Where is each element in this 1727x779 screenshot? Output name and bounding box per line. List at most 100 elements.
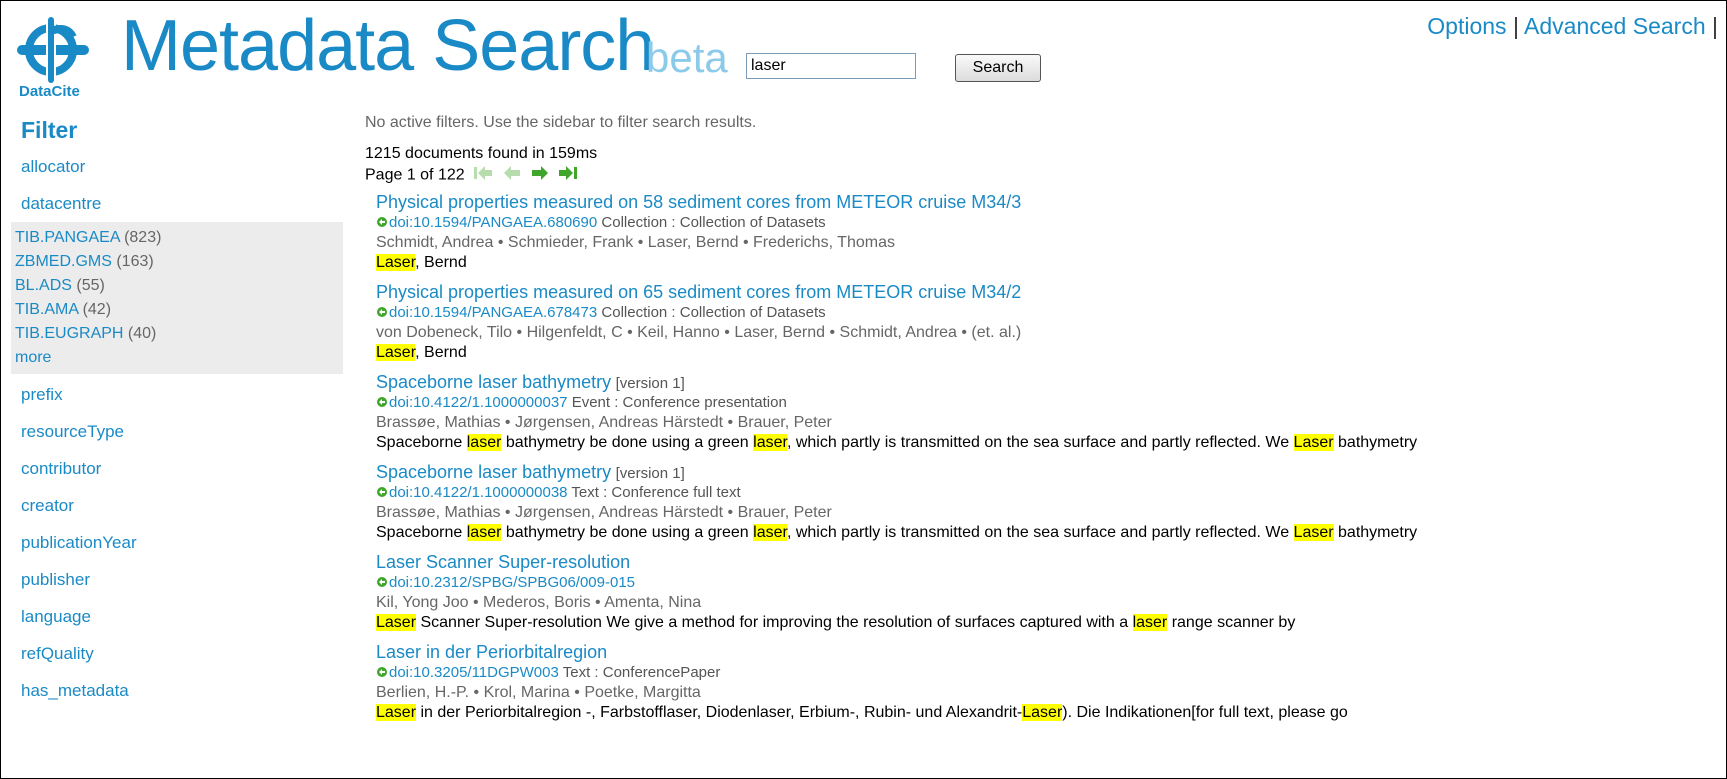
- search-term-highlight: Laser: [376, 614, 417, 631]
- facet-value[interactable]: TIB.EUGRAPH (40): [15, 322, 339, 346]
- results-panel: No active filters. Use the sidebar to fi…: [365, 114, 1705, 731]
- result-item: Spaceborne laser bathymetry [version 1] …: [376, 371, 1705, 453]
- result-doi-link[interactable]: doi:10.1594/PANGAEA.680690: [389, 214, 597, 231]
- separator: |: [1512, 13, 1519, 39]
- result-type: Text : ConferencePaper: [562, 664, 721, 681]
- facet-value-name[interactable]: TIB.PANGAEA: [15, 229, 120, 246]
- result-doi-line: doi:10.4122/1.1000000037 Event : Confere…: [376, 393, 1705, 413]
- result-title-link[interactable]: Physical properties measured on 65 sedim…: [376, 282, 1021, 302]
- facet-creator[interactable]: creator: [21, 495, 353, 532]
- facet-allocator[interactable]: allocator: [21, 156, 353, 193]
- result-authors: Brassøe, Mathias • Jørgensen, Andreas Hä…: [376, 504, 832, 521]
- result-item: Laser Scanner Super-resolution doi:10.23…: [376, 551, 1705, 633]
- result-item: Physical properties measured on 65 sedim…: [376, 281, 1705, 363]
- result-snippet: Spaceborne laser bathymetry be done usin…: [376, 524, 1418, 541]
- result-title-link[interactable]: Laser in der Periorbitalregion: [376, 642, 607, 662]
- next-page-icon[interactable]: [530, 164, 550, 187]
- facet-refquality[interactable]: refQuality: [21, 643, 353, 680]
- facet-value[interactable]: TIB.AMA (42): [15, 298, 339, 322]
- search-term-highlight: laser: [753, 524, 787, 541]
- search-term-highlight: laser: [753, 434, 787, 451]
- facet-publicationyear[interactable]: publicationYear: [21, 532, 353, 569]
- result-snippet: Laser, Bernd: [376, 254, 467, 271]
- search-input[interactable]: [746, 53, 916, 79]
- page-info: Page 1 of 122: [365, 166, 465, 184]
- result-doi-link[interactable]: doi:10.1594/PANGAEA.678473: [389, 304, 597, 321]
- result-snippet: Laser, Bernd: [376, 344, 467, 361]
- result-doi-link[interactable]: doi:10.3205/11DGPW003: [389, 664, 559, 681]
- doi-icon: [377, 577, 387, 587]
- facet-value-count: (42): [82, 301, 112, 318]
- result-count: 1215 documents found in 159ms: [365, 145, 598, 162]
- datacentre-facet-values: TIB.PANGAEA (823) ZBMED.GMS (163) BL.ADS…: [11, 222, 343, 374]
- result-type: Text : Conference full text: [571, 484, 741, 501]
- result-item: Physical properties measured on 58 sedim…: [376, 191, 1705, 273]
- result-title-link[interactable]: Spaceborne laser bathymetry: [376, 372, 611, 392]
- search-term-highlight: laser: [466, 434, 502, 451]
- facet-value[interactable]: ZBMED.GMS (163): [15, 250, 339, 274]
- result-snippet: Laser in der Periorbitalregion -, Farbst…: [376, 704, 1348, 721]
- doi-icon: [377, 667, 387, 677]
- search-term-highlight: Laser: [376, 254, 416, 271]
- result-doi-line: doi:10.4122/1.1000000038 Text : Conferen…: [376, 483, 1705, 503]
- result-version: [version 1]: [615, 465, 685, 482]
- facet-resourcetype[interactable]: resourceType: [21, 421, 353, 458]
- result-doi-link[interactable]: doi:10.4122/1.1000000038: [389, 484, 568, 501]
- result-item: Spaceborne laser bathymetry [version 1] …: [376, 461, 1705, 543]
- search-term-highlight: laser: [1132, 614, 1168, 631]
- search-button[interactable]: Search: [955, 54, 1041, 82]
- pagination: Page 1 of 122: [365, 164, 1705, 187]
- search-term-highlight: Laser: [1293, 524, 1334, 541]
- facet-language[interactable]: language: [21, 606, 353, 643]
- facet-value[interactable]: TIB.PANGAEA (823): [15, 226, 339, 250]
- active-filters-notice: No active filters. Use the sidebar to fi…: [365, 114, 757, 131]
- search-term-highlight: laser: [466, 524, 502, 541]
- result-doi-line: doi:10.3205/11DGPW003 Text : ConferenceP…: [376, 663, 1705, 683]
- result-title-link[interactable]: Laser Scanner Super-resolution: [376, 552, 630, 572]
- filter-sidebar: Filter allocator datacentre TIB.PANGAEA …: [11, 117, 353, 717]
- result-item: Laser in der Periorbitalregion doi:10.32…: [376, 641, 1705, 723]
- top-links: Options | Advanced Search |: [1427, 13, 1718, 40]
- result-snippet: Laser Scanner Super-resolution We give a…: [376, 614, 1296, 631]
- filter-title: Filter: [21, 117, 78, 143]
- doi-icon: [377, 217, 387, 227]
- result-type: Collection : Collection of Datasets: [601, 304, 826, 321]
- facet-value[interactable]: BL.ADS (55): [15, 274, 339, 298]
- logo-text: DataCite: [19, 83, 80, 100]
- result-doi-link[interactable]: doi:10.4122/1.1000000037: [389, 394, 568, 411]
- facet-has-metadata[interactable]: has_metadata: [21, 680, 353, 717]
- facet-value-count: (163): [116, 253, 154, 270]
- doi-icon: [377, 487, 387, 497]
- search-term-highlight: Laser: [1022, 704, 1063, 721]
- facet-value-name[interactable]: ZBMED.GMS: [15, 253, 112, 270]
- facet-value-count: (55): [76, 277, 105, 294]
- result-doi-line: doi:10.1594/PANGAEA.678473 Collection : …: [376, 303, 1705, 323]
- facet-value-name[interactable]: BL.ADS: [15, 277, 72, 294]
- result-doi-link[interactable]: doi:10.2312/SPBG/SPBG06/009-015: [389, 574, 635, 591]
- facet-value-count: (40): [127, 325, 157, 342]
- last-page-icon[interactable]: [558, 164, 578, 187]
- separator: |: [1712, 13, 1718, 39]
- result-version: [version 1]: [615, 375, 685, 392]
- facet-publisher[interactable]: publisher: [21, 569, 353, 606]
- facet-value-name[interactable]: TIB.EUGRAPH: [15, 325, 123, 342]
- options-link[interactable]: Options: [1427, 13, 1506, 39]
- result-title-link[interactable]: Spaceborne laser bathymetry: [376, 462, 611, 482]
- doi-icon: [377, 397, 387, 407]
- result-authors: Schmidt, Andrea • Schmieder, Frank • Las…: [376, 234, 895, 251]
- facet-contributor[interactable]: contributor: [21, 458, 353, 495]
- result-doi-line: doi:10.2312/SPBG/SPBG06/009-015: [376, 573, 1705, 593]
- facet-value-count: (823): [124, 229, 162, 246]
- result-doi-line: doi:10.1594/PANGAEA.680690 Collection : …: [376, 213, 1705, 233]
- result-title-link[interactable]: Physical properties measured on 58 sedim…: [376, 192, 1021, 212]
- facet-more-link[interactable]: more: [15, 346, 339, 370]
- advanced-search-link[interactable]: Advanced Search: [1524, 13, 1706, 39]
- previous-page-icon: [502, 164, 522, 187]
- facet-prefix[interactable]: prefix: [21, 384, 353, 421]
- search-term-highlight: Laser: [376, 704, 417, 721]
- first-page-icon: [473, 164, 493, 187]
- result-authors: Berlien, H.-P. • Krol, Marina • Poetke, …: [376, 684, 701, 701]
- result-type: Event : Conference presentation: [571, 394, 787, 411]
- search-term-highlight: Laser: [1293, 434, 1334, 451]
- facet-value-name[interactable]: TIB.AMA: [15, 301, 78, 318]
